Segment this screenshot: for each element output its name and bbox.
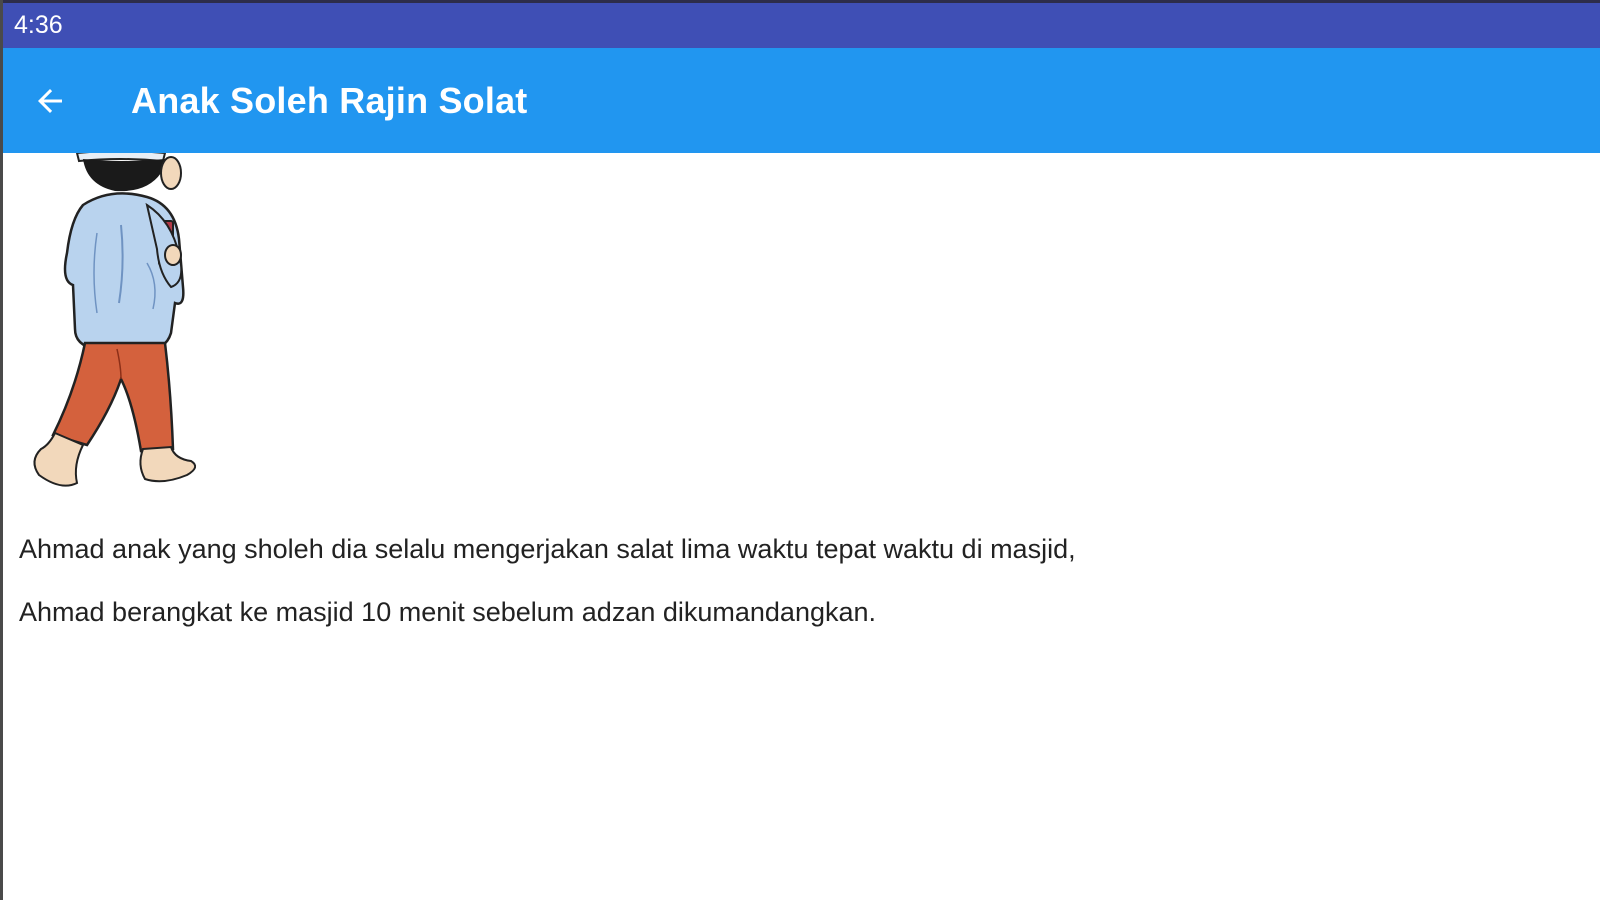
status-time: 4:36 xyxy=(14,11,63,39)
page-title: Anak Soleh Rajin Solat xyxy=(131,79,528,121)
app-window: 4:36 Anak Soleh Rajin Solat Ahmad anak y… xyxy=(0,0,1600,900)
status-bar: 4:36 xyxy=(3,0,1600,48)
story-paragraph-2: Ahmad berangkat ke masjid 10 menit sebel… xyxy=(19,597,877,628)
arrow-left-icon xyxy=(38,88,62,113)
back-button[interactable] xyxy=(3,48,105,153)
boy-walking-illustration xyxy=(33,153,197,487)
app-bar: Anak Soleh Rajin Solat xyxy=(3,48,1600,153)
story-text: Ahmad anak yang sholeh dia selalu menger… xyxy=(19,533,1076,660)
story-paragraph-1: Ahmad anak yang sholeh dia selalu menger… xyxy=(19,534,1076,564)
